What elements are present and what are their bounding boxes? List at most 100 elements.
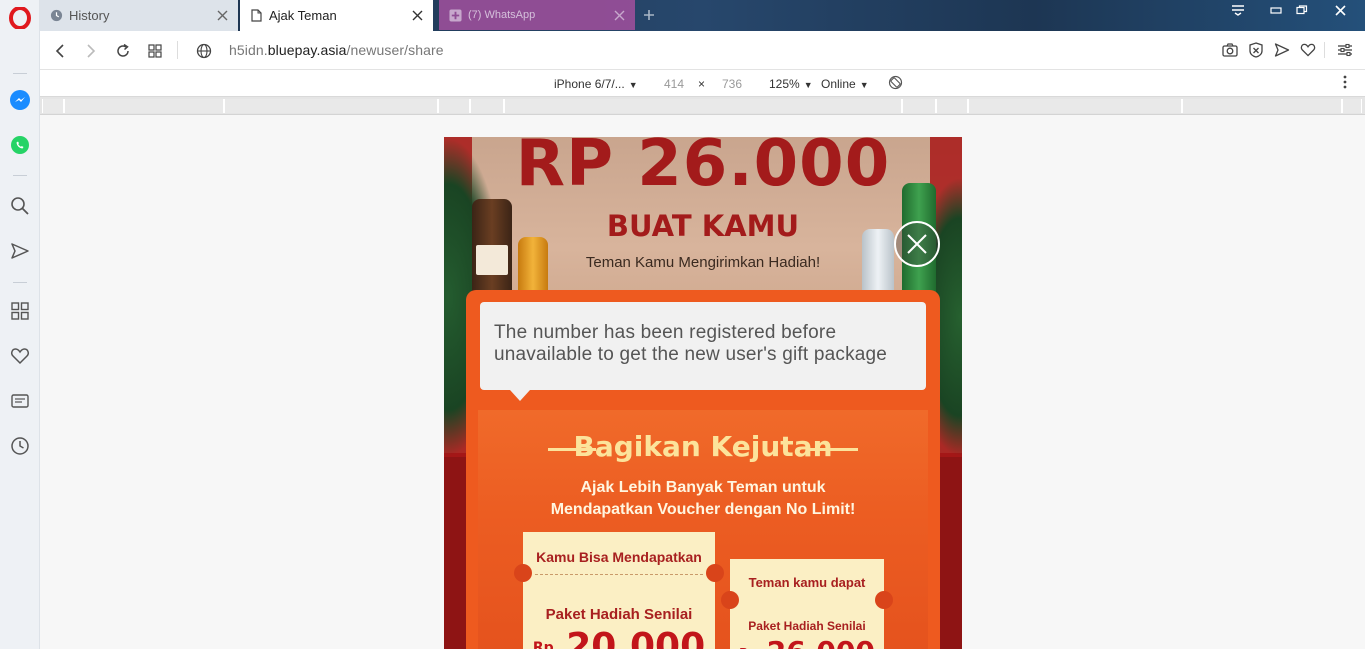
toast-line: unavailable to get the new user's gift p… bbox=[494, 344, 888, 365]
caret-down-icon: ▼ bbox=[628, 80, 638, 90]
address-bar: h5idn.bluepay.asia/newuser/share bbox=[40, 31, 1365, 70]
whatsapp-tab-icon bbox=[448, 8, 462, 22]
mobile-page: RP 26.000 BUAT KAMU Teman Kamu Mengirimk… bbox=[444, 137, 962, 649]
window-close-icon[interactable] bbox=[1326, 0, 1354, 20]
globe-icon[interactable] bbox=[194, 41, 214, 61]
tab-whatsapp[interactable]: (7) WhatsApp bbox=[439, 0, 635, 30]
search-icon[interactable] bbox=[8, 194, 32, 218]
send-icon[interactable] bbox=[8, 239, 32, 263]
tab-label: (7) WhatsApp bbox=[468, 9, 536, 21]
easy-setup-icon[interactable] bbox=[1336, 41, 1354, 59]
more-options-icon[interactable] bbox=[1343, 75, 1347, 92]
speed-dial-icon[interactable] bbox=[8, 299, 32, 323]
error-toast: The number has been registered before un… bbox=[480, 302, 926, 390]
messenger-icon[interactable] bbox=[8, 88, 32, 112]
page-icon bbox=[249, 9, 263, 23]
whatsapp-icon[interactable] bbox=[8, 133, 32, 157]
ticket-value: 20.000 bbox=[566, 626, 706, 649]
tab-ajak-teman[interactable]: Ajak Teman bbox=[240, 0, 433, 31]
tab-bar: History Ajak Teman (7) WhatsApp bbox=[40, 0, 1365, 31]
promo-subtitle: BUAT KAMU bbox=[606, 209, 800, 243]
url-host: bluepay.asia bbox=[267, 42, 347, 58]
ticket-value: 26.000 bbox=[767, 635, 875, 649]
tab-menu-icon[interactable] bbox=[1223, 0, 1253, 20]
url-field[interactable]: h5idn.bluepay.asia/newuser/share bbox=[229, 42, 444, 58]
tab-history[interactable]: History bbox=[40, 0, 238, 31]
device-toolbar: iPhone 6/7/... ▼ 414 × 736 125% ▼ Online ▼ bbox=[40, 70, 1365, 97]
ruler-segment[interactable] bbox=[42, 99, 64, 113]
media-query-ruler bbox=[40, 97, 1365, 115]
sidebar-divider bbox=[13, 175, 27, 176]
opera-logo-icon[interactable] bbox=[8, 6, 32, 30]
url-path: /newuser/share bbox=[346, 42, 444, 58]
toast-line: The number has been registered before bbox=[494, 322, 837, 343]
ruler-segment[interactable] bbox=[64, 99, 224, 113]
reload-icon[interactable] bbox=[113, 41, 133, 61]
bookmark-heart-icon[interactable] bbox=[1299, 41, 1317, 59]
toolbar-divider bbox=[1324, 42, 1325, 58]
ruler-segment[interactable] bbox=[470, 99, 504, 113]
restore-icon[interactable] bbox=[1288, 0, 1316, 20]
ruler-segment[interactable] bbox=[968, 99, 1182, 113]
gift-message: Teman Kamu Mengirimkan Hadiah! bbox=[585, 254, 821, 271]
url-subdomain: h5idn. bbox=[229, 42, 268, 58]
forward-icon[interactable] bbox=[81, 41, 101, 61]
reward-ticket-you: Kamu Bisa Mendapatkan Paket Hadiah Senil… bbox=[514, 532, 724, 649]
ruler-segment[interactable] bbox=[902, 99, 936, 113]
dimension-separator: × bbox=[698, 77, 706, 91]
promo-amount: RP 26.000 bbox=[515, 137, 891, 201]
ruler-segment[interactable] bbox=[438, 99, 470, 113]
invite-text: Ajak Lebih Banyak Teman untuk Mendapatka… bbox=[444, 477, 962, 521]
opera-sidebar bbox=[0, 0, 40, 649]
clock-icon bbox=[49, 9, 63, 23]
ticket-amount: Rp 26.000 bbox=[730, 635, 884, 649]
history-clock-icon[interactable] bbox=[8, 434, 32, 458]
close-icon[interactable] bbox=[410, 8, 424, 22]
invite-line: Ajak Lebih Banyak Teman untuk bbox=[580, 479, 826, 496]
bookmarks-heart-icon[interactable] bbox=[8, 344, 32, 368]
ad-blocker-icon[interactable] bbox=[1247, 41, 1265, 59]
caret-down-icon: ▼ bbox=[859, 80, 869, 90]
device-name: iPhone 6/7/... bbox=[554, 77, 625, 91]
ruler-segment[interactable] bbox=[504, 99, 902, 113]
zoom-value: 125% bbox=[769, 77, 800, 91]
close-icon[interactable] bbox=[215, 8, 229, 22]
zoom-select[interactable]: 125% ▼ bbox=[769, 77, 813, 91]
sidebar-divider bbox=[13, 282, 27, 283]
ticket-divider bbox=[535, 574, 703, 575]
camera-snapshot-icon[interactable] bbox=[1221, 41, 1239, 59]
invite-line: Mendapatkan Voucher dengan No Limit! bbox=[550, 501, 856, 518]
close-icon[interactable] bbox=[612, 8, 626, 22]
tab-grid-icon[interactable] bbox=[145, 41, 165, 61]
reward-ticket-friend: Teman kamu dapat Paket Hadiah Senilai Rp… bbox=[721, 559, 893, 649]
ticket-label: Paket Hadiah Senilai bbox=[545, 606, 693, 623]
back-icon[interactable] bbox=[50, 41, 70, 61]
news-icon[interactable] bbox=[8, 389, 32, 413]
section-title: Bagikan Kejutan bbox=[573, 430, 833, 463]
tab-label: History bbox=[69, 8, 110, 23]
caret-down-icon: ▼ bbox=[803, 80, 813, 90]
ticket-notch bbox=[706, 564, 724, 582]
ruler-segment[interactable] bbox=[224, 99, 438, 113]
network-value: Online bbox=[821, 77, 856, 91]
minimize-icon[interactable] bbox=[1262, 0, 1290, 20]
network-throttle-select[interactable]: Online ▼ bbox=[821, 77, 869, 91]
viewport-width-input[interactable]: 414 bbox=[664, 77, 684, 91]
ticket-currency: Rp bbox=[532, 640, 554, 649]
ticket-heading: Kamu Bisa Mendapatkan bbox=[536, 549, 702, 565]
ticket-label: Paket Hadiah Senilai bbox=[748, 619, 866, 633]
send-page-icon[interactable] bbox=[1273, 41, 1291, 59]
tab-label: Ajak Teman bbox=[269, 8, 337, 23]
viewport-height-input[interactable]: 736 bbox=[722, 77, 742, 91]
toolbar-divider bbox=[177, 41, 178, 59]
rotate-icon[interactable] bbox=[888, 75, 903, 93]
ruler-segment[interactable] bbox=[936, 99, 968, 113]
close-popup-icon[interactable] bbox=[894, 221, 940, 267]
new-tab-plus-icon[interactable] bbox=[642, 8, 656, 22]
sidebar-divider bbox=[13, 73, 27, 74]
ruler-segment[interactable] bbox=[1182, 99, 1342, 113]
ticket-notch bbox=[514, 564, 532, 582]
device-select[interactable]: iPhone 6/7/... ▼ bbox=[554, 77, 638, 91]
toast-pointer bbox=[510, 390, 530, 401]
ruler-segment[interactable] bbox=[1342, 99, 1362, 113]
